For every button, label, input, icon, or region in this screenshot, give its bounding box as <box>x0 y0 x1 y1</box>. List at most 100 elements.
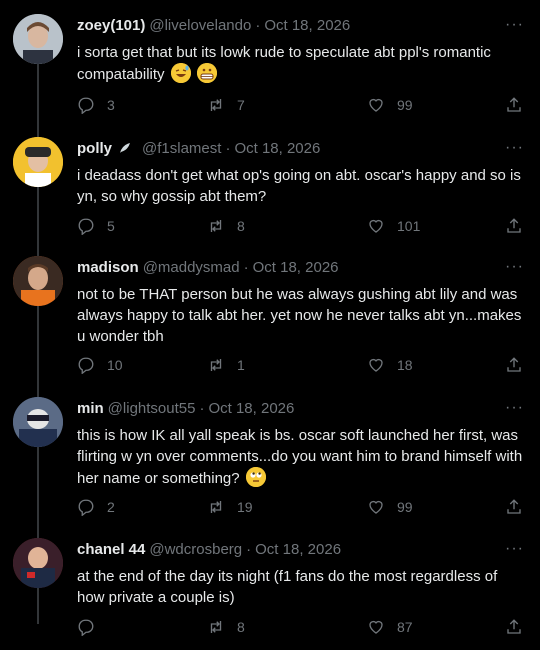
avatar[interactable] <box>13 397 63 447</box>
like-button[interactable]: 99 <box>367 498 413 516</box>
reply-button[interactable]: 10 <box>77 356 123 374</box>
like-count: 101 <box>397 218 421 234</box>
like-button[interactable]: 87 <box>367 618 413 636</box>
like-button[interactable]: 101 <box>367 217 420 235</box>
heart-icon <box>369 98 383 112</box>
timestamp[interactable]: Oct 18, 2026 <box>255 541 341 558</box>
reply-icon <box>78 499 94 516</box>
reply-count: 10 <box>107 357 123 373</box>
tweet-text: this is how IK all yall speak is bs. osc… <box>77 425 524 489</box>
retweet-button[interactable]: 1 <box>207 356 245 374</box>
separator: · <box>225 139 231 157</box>
avatar[interactable] <box>13 538 63 588</box>
share-button[interactable] <box>505 356 523 374</box>
timestamp[interactable]: Oct 18, 2026 <box>234 140 320 157</box>
display-name[interactable]: madison <box>77 259 139 276</box>
like-count: 99 <box>397 97 413 113</box>
heart-icon <box>369 219 383 233</box>
heart-icon <box>369 358 383 372</box>
heart-icon <box>369 500 383 514</box>
handle[interactable]: @livelovelando <box>149 17 251 34</box>
avatar[interactable] <box>13 14 63 64</box>
tweet[interactable]: min @lightsout55 · Oct 18, 2026 ··· this… <box>0 397 540 527</box>
share-icon <box>507 619 521 634</box>
tweet-text-content: this is how IK all yall speak is bs. osc… <box>77 427 523 487</box>
retweet-count: 19 <box>237 499 253 515</box>
retweet-button[interactable]: 19 <box>207 498 253 516</box>
reply-count: 3 <box>107 97 115 113</box>
display-name[interactable]: zoey(101) <box>77 17 145 34</box>
retweet-count: 8 <box>237 619 245 635</box>
grimacing-emoji <box>196 63 217 83</box>
handle[interactable]: @f1slamest <box>142 140 221 157</box>
retweet-button[interactable]: 7 <box>207 96 245 114</box>
reply-icon <box>78 218 94 235</box>
share-icon <box>507 218 521 233</box>
share-button[interactable] <box>505 96 523 114</box>
tweet-text: at the end of the day its night (f1 fans… <box>77 568 498 606</box>
retweet-icon <box>210 99 222 111</box>
handle[interactable]: @wdcrosberg <box>149 541 242 558</box>
reply-count: 5 <box>107 218 115 234</box>
reply-icon <box>78 619 94 636</box>
retweet-count: 8 <box>237 218 245 234</box>
retweet-count: 1 <box>237 357 245 373</box>
action-bar: 3 7 99 <box>77 96 524 120</box>
handle[interactable]: @lightsout55 <box>108 400 196 417</box>
reply-icon <box>78 357 94 374</box>
retweet-icon <box>210 220 222 232</box>
more-options-icon[interactable]: ··· <box>505 16 524 34</box>
like-count: 18 <box>397 357 413 373</box>
share-button[interactable] <box>505 618 523 636</box>
share-icon <box>507 97 521 112</box>
timestamp[interactable]: Oct 18, 2026 <box>208 400 294 417</box>
share-button[interactable] <box>505 498 523 516</box>
reply-count: 2 <box>107 499 115 515</box>
tweet-text: not to be THAT person but he was always … <box>77 286 522 345</box>
tweet[interactable]: zoey(101) @livelovelando · Oct 18, 2026 … <box>0 14 540 134</box>
action-bar: 2 19 99 <box>77 498 524 522</box>
share-icon <box>507 357 521 372</box>
retweet-button[interactable]: 8 <box>207 217 245 235</box>
handle[interactable]: @maddysmad <box>143 259 240 276</box>
heart-icon <box>369 620 383 634</box>
timestamp[interactable]: Oct 18, 2026 <box>264 17 350 34</box>
reply-button[interactable]: 2 <box>77 498 115 516</box>
reply-button[interactable]: 3 <box>77 96 115 114</box>
like-count: 87 <box>397 619 413 635</box>
retweet-icon <box>210 501 222 513</box>
tweet[interactable]: madison @maddysmad · Oct 18, 2026 ··· no… <box>0 256 540 386</box>
more-options-icon[interactable]: ··· <box>505 139 524 157</box>
feather-icon <box>120 143 131 153</box>
reply-button[interactable] <box>77 618 107 636</box>
tweet-text: i sorta get that but its lowk rude to sp… <box>77 42 524 85</box>
display-name[interactable]: min <box>77 400 104 417</box>
action-bar: 10 1 18 <box>77 356 524 380</box>
tweet-text: i deadass don't get what op's going on a… <box>77 167 521 205</box>
action-bar: 5 8 101 <box>77 217 524 241</box>
retweet-button[interactable]: 8 <box>207 618 245 636</box>
timestamp[interactable]: Oct 18, 2026 <box>253 259 339 276</box>
separator: · <box>243 258 249 276</box>
grinning-sweat-emoji <box>170 63 191 83</box>
retweet-icon <box>210 621 222 633</box>
more-options-icon[interactable]: ··· <box>505 258 524 276</box>
display-name[interactable]: polly <box>77 140 112 157</box>
separator: · <box>199 399 205 417</box>
tweet[interactable]: polly @f1slamest · Oct 18, 2026 ··· i de… <box>0 137 540 257</box>
share-icon <box>507 499 521 514</box>
avatar[interactable] <box>13 137 63 187</box>
reply-button[interactable]: 5 <box>77 217 115 235</box>
eye-roll-emoji <box>245 467 266 487</box>
avatar[interactable] <box>13 256 63 306</box>
like-button[interactable]: 99 <box>367 96 413 114</box>
separator: · <box>246 540 252 558</box>
like-button[interactable]: 18 <box>367 356 413 374</box>
more-options-icon[interactable]: ··· <box>505 399 524 417</box>
more-options-icon[interactable]: ··· <box>505 540 524 558</box>
tweet[interactable]: chanel 44 @wdcrosberg · Oct 18, 2026 ···… <box>0 538 540 648</box>
like-count: 99 <box>397 499 413 515</box>
retweet-count: 7 <box>237 97 245 113</box>
share-button[interactable] <box>505 217 523 235</box>
display-name[interactable]: chanel 44 <box>77 541 145 558</box>
